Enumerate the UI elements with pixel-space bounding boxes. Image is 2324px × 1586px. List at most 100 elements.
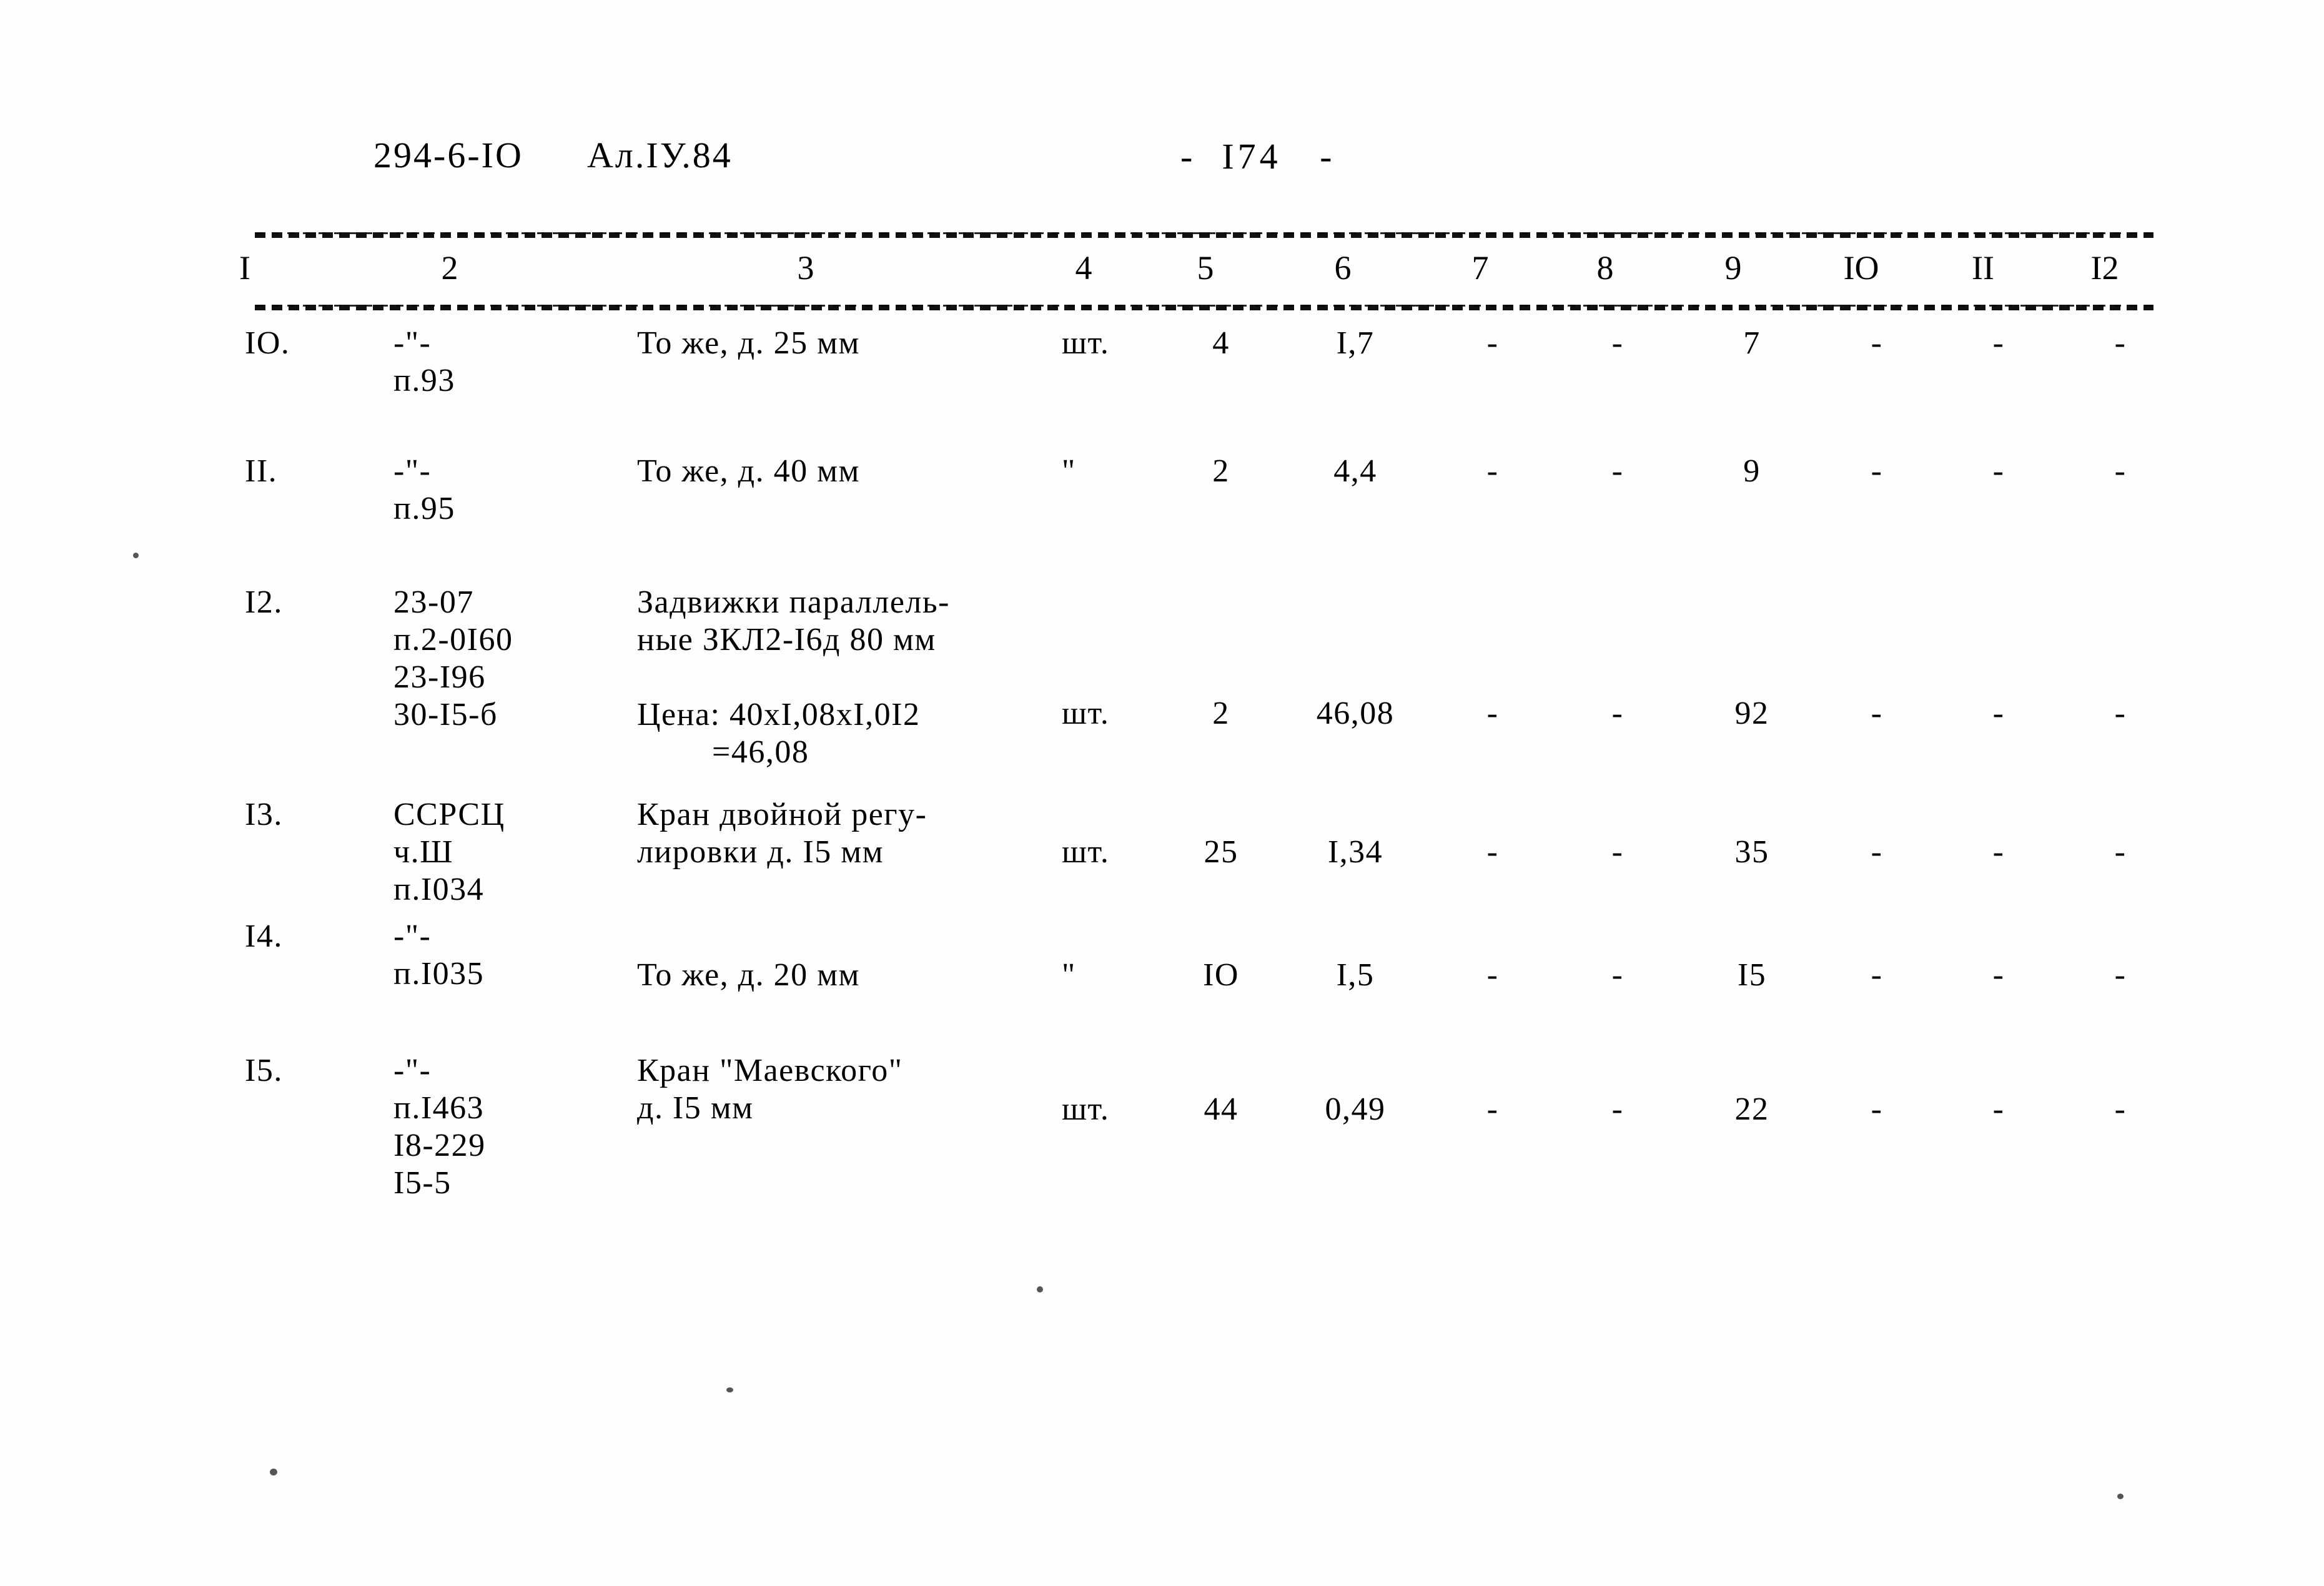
description-cell: То же, д. 20 мм [637,957,1037,994]
table-row: I4. -"- п.I035 То же, д. 20 мм " IO I,5 - - I5 - -… [0,918,2324,1052]
unit-cell: шт. [1062,834,1110,870]
total-cost-cell: 7 [1743,325,1761,361]
row-index-cell: IO. [245,325,290,361]
unit-price-cell: I,5 [1336,957,1375,993]
row-index-cell: I2. [245,584,283,620]
col8-value-cell: - [1611,696,1624,731]
column-number-6: 6 [1334,249,1352,287]
justification-code-cell: -"- п.93 [393,325,455,398]
column-number-1: I [239,249,250,287]
quantity-cell: 44 [1204,1091,1239,1127]
scan-speck [133,553,139,558]
document-page: 294-6-IO Ал.IУ.84 - I74 - I 2 3 4 5 6 7 8 9 IO II I… [0,0,2324,1586]
total-cost-cell: I5 [1737,957,1767,993]
table-row: IO. -"- п.93 То же, д. 25 мм шт. 4 I,7 - - 7 - - - [0,325,2324,450]
column-number-12: I2 [2090,249,2119,287]
row-index-cell: I4. [245,919,283,954]
table-rule-bottom [255,305,2153,310]
description-text: То же, д. 40 мм [637,453,860,489]
column-number-5: 5 [1197,249,1214,287]
scan-speck [726,1387,733,1392]
col11-value-cell: - [1992,453,2005,489]
description-cell: Задвижки параллель- ные ЗКЛ2-I6д 80 мм Ц… [637,584,1037,771]
quantity-cell: 2 [1212,453,1230,489]
unit-cell: " [1062,453,1076,489]
description-spacer [637,659,1037,696]
unit-price-cell: 4,4 [1333,453,1377,489]
col7-value-cell: - [1486,957,1499,993]
justification-code-cell: ССРСЦ ч.Ш п.I034 [393,797,505,907]
col12-value-cell: - [2114,453,2127,489]
unit-cell: шт. [1062,325,1110,361]
col8-value-cell: - [1611,325,1624,361]
col10-value-cell: - [1871,1091,1883,1127]
col12-value-cell: - [2114,1091,2127,1127]
col8-value-cell: - [1611,957,1624,993]
col10-value-cell: - [1871,453,1883,489]
col10-value-cell: - [1871,696,1883,731]
price-total: =46,08 [712,734,809,770]
col12-value-cell: - [2114,957,2127,993]
table-row: I3. ССРСЦ ч.Ш п.I034 Кран двойной регу- ли… [0,796,2324,918]
col11-value-cell: - [1992,957,2005,993]
unit-cell: шт. [1062,696,1110,731]
col8-value-cell: - [1611,453,1624,489]
unit-price-cell: 46,08 [1316,696,1395,731]
col11-value-cell: - [1992,1091,2005,1127]
quantity-cell: IO [1203,957,1239,993]
col7-value-cell: - [1486,696,1499,731]
col7-value-cell: - [1486,834,1499,870]
col8-value-cell: - [1611,1091,1624,1127]
description-text: То же, д. 20 мм [637,957,860,993]
description-text: То же, д. 25 мм [637,325,860,361]
col12-value-cell: - [2114,696,2127,731]
column-number-2: 2 [441,249,458,287]
total-cost-cell: 22 [1734,1091,1769,1127]
unit-price-cell: I,34 [1327,834,1383,870]
unit-price-cell: 0,49 [1325,1091,1386,1127]
description-cell: То же, д. 25 мм [637,325,1037,362]
table-row: I5. -"- п.I463 I8-229 I5-5 Кран "Маевского… [0,1052,2324,1214]
unit-price-cell: I,7 [1336,325,1375,361]
page-number: - I74 - [1180,136,1336,177]
column-number-10: IO [1843,249,1879,287]
unit-cell: шт. [1062,1091,1110,1127]
quantity-cell: 2 [1212,696,1230,731]
justification-code-cell: -"- п.95 [393,453,455,526]
total-cost-cell: 9 [1743,453,1761,489]
col7-value-cell: - [1486,453,1499,489]
table-row: I2. 23-07 п.2-0I60 23-I96 30-I5-б Задвижки… [0,584,2324,796]
description-text: Кран "Маевского" д. I5 мм [637,1053,903,1126]
col12-value-cell: - [2114,325,2127,361]
album-reference: Ал.IУ.84 [587,135,733,175]
col10-value-cell: - [1871,325,1883,361]
description-text: Задвижки параллель- ные ЗКЛ2-I6д 80 мм [637,584,950,658]
column-number-8: 8 [1596,249,1614,287]
table-row: II. -"- п.95 То же, д. 40 мм " 2 4,4 - - 9 - - - [0,453,2324,581]
document-header: 294-6-IO Ал.IУ.84 - I74 - [0,134,2324,190]
column-number-9: 9 [1724,249,1742,287]
col11-value-cell: - [1992,325,2005,361]
total-cost-cell: 92 [1734,696,1769,731]
price-formula: Цена: 40хI,08хI,0I2 [637,697,921,732]
description-text: Кран двойной регу- лировки д. I5 мм [637,797,927,870]
col7-value-cell: - [1486,325,1499,361]
document-code: 294-6-IO [373,135,523,175]
column-number-7: 7 [1471,249,1489,287]
description-cell: Кран "Маевского" д. I5 мм [637,1052,1037,1127]
row-index-cell: I3. [245,797,283,832]
column-number-11: II [1972,249,1994,287]
description-cell: То же, д. 40 мм [637,453,1037,490]
justification-code-cell: 23-07 п.2-0I60 23-I96 30-I5-б [393,584,513,732]
row-index-cell: I5. [245,1053,283,1088]
col11-value-cell: - [1992,696,2005,731]
justification-code-cell: -"- п.I035 [393,919,485,992]
col7-value-cell: - [1486,1091,1499,1127]
column-number-3: 3 [797,249,814,287]
col11-value-cell: - [1992,834,2005,870]
scan-speck [2117,1494,2124,1499]
col10-value-cell: - [1871,834,1883,870]
column-number-4: 4 [1075,249,1092,287]
justification-code-cell: -"- п.I463 I8-229 I5-5 [393,1053,486,1201]
total-cost-cell: 35 [1734,834,1769,870]
